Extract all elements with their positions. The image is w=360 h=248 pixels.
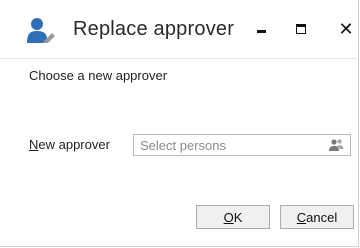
close-button[interactable]: ✕ (331, 14, 360, 44)
ok-button-text: K (233, 209, 243, 225)
maximize-button[interactable] (286, 14, 316, 44)
user-edit-icon (27, 17, 55, 44)
title-divider (0, 58, 359, 59)
minimize-button[interactable] (246, 14, 276, 44)
ok-button[interactable]: OK (196, 205, 270, 229)
close-icon: ✕ (338, 19, 354, 39)
cancel-button-text: ancel (306, 209, 338, 225)
replace-approver-dialog: Replace approver ✕ Choose a new approver… (0, 0, 359, 247)
new-approver-label-accel: N (29, 137, 39, 152)
maximize-icon (296, 24, 306, 34)
new-approver-label: New approver (29, 137, 110, 152)
dialog-subtitle: Choose a new approver (29, 68, 168, 83)
new-approver-label-text: ew approver (38, 137, 110, 152)
cancel-button-accel: C (296, 209, 307, 225)
person-picker[interactable] (133, 134, 351, 156)
ok-button-accel: O (223, 209, 234, 225)
minimize-icon (256, 29, 266, 33)
title-bar: Replace approver ✕ (0, 0, 358, 58)
new-approver-input[interactable] (134, 135, 314, 155)
address-book-icon[interactable] (328, 138, 344, 152)
cancel-button[interactable]: Cancel (280, 205, 354, 229)
window-title: Replace approver (73, 18, 235, 40)
